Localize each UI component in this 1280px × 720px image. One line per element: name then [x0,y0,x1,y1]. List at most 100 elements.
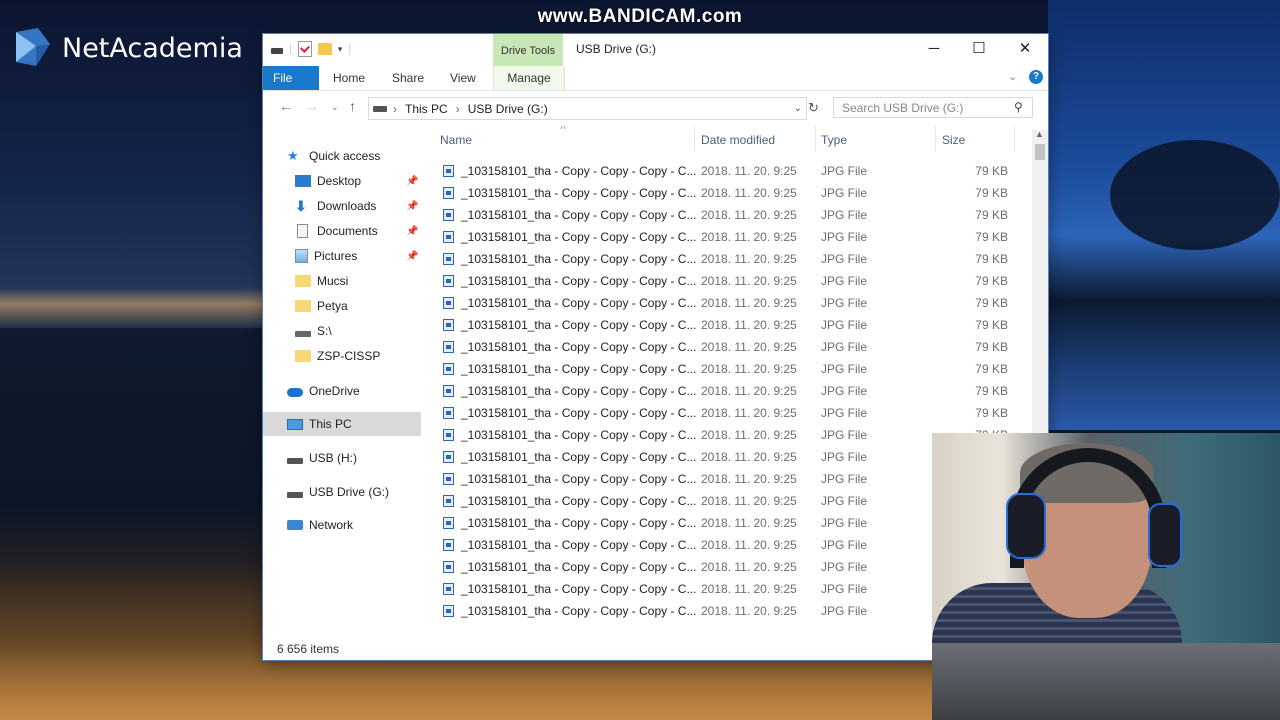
column-separator[interactable] [694,126,695,152]
breadcrumb-chevron-icon: › [455,101,460,116]
nav-item-petya[interactable]: Petya [295,294,421,318]
file-date: 2018. 11. 20. 9:25 [701,582,797,596]
file-type: JPG File [821,538,868,552]
nav-item-mucsi[interactable]: Mucsi [295,269,421,293]
file-date: 2018. 11. 20. 9:25 [701,472,797,486]
ribbon-expand-icon[interactable]: ⌄ [1008,70,1017,83]
jpg-file-icon [443,561,454,573]
logo-text: NetAcademia [62,32,243,64]
file-date: 2018. 11. 20. 9:25 [701,384,797,398]
file-date: 2018. 11. 20. 9:25 [701,538,797,552]
nav-item-documents[interactable]: Documents 📌 [295,219,421,243]
pin-icon[interactable]: 📌 [406,176,418,187]
nav-quick-access[interactable]: ★ Quick access [287,144,421,168]
jpg-file-icon [443,319,454,331]
file-type: JPG File [821,560,868,574]
headset-ear-right [1148,503,1182,567]
file-size: 79 KB [975,274,1008,288]
nav-network[interactable]: Network [287,513,421,537]
maximize-button[interactable]: ☐ [956,34,1002,64]
close-button[interactable]: ✕ [1002,34,1048,64]
pin-icon[interactable]: 📌 [406,201,418,212]
usb-drive-icon [287,492,303,498]
nav-usb-h[interactable]: USB (H:) [287,446,421,470]
scrollbar-thumb[interactable] [1035,144,1045,160]
table-row[interactable]: _103158101_tha - Copy - Copy - Copy - C.… [433,270,1033,292]
pictures-icon [295,249,308,263]
scroll-up-icon[interactable]: ▲ [1035,129,1044,139]
file-name: _103158101_tha - Copy - Copy - Copy - C.… [461,296,697,310]
table-row[interactable]: _103158101_tha - Copy - Copy - Copy - C.… [433,380,1033,402]
tab-file[interactable]: File [263,66,319,90]
nav-item-pictures[interactable]: Pictures 📌 [295,244,421,268]
documents-icon [297,224,308,238]
table-row[interactable]: _103158101_tha - Copy - Copy - Copy - C.… [433,248,1033,270]
column-header-name[interactable]: Name [440,126,472,154]
up-arrow-icon[interactable]: ↑ [349,98,356,114]
file-date: 2018. 11. 20. 9:25 [701,494,797,508]
table-row[interactable]: _103158101_tha - Copy - Copy - Copy - C.… [433,402,1033,424]
nav-item-s-drive[interactable]: S:\ [295,319,421,343]
drive-small-icon[interactable] [271,48,283,54]
new-folder-icon[interactable] [317,43,332,55]
nav-usb-drive-g[interactable]: USB Drive (G:) [287,480,421,504]
breadcrumb-usb-drive[interactable]: USB Drive (G:) [468,102,548,116]
search-input[interactable]: Search USB Drive (G:) [833,97,1033,118]
nav-this-pc[interactable]: This PC [263,412,421,436]
properties-icon[interactable] [297,41,312,57]
nav-item-downloads[interactable]: ⬇ Downloads 📌 [295,194,421,218]
file-size: 79 KB [975,230,1008,244]
column-separator[interactable] [815,126,816,152]
forward-arrow-icon[interactable]: → [305,98,319,114]
file-type: JPG File [821,472,868,486]
tab-home[interactable]: Home [323,66,375,90]
jpg-file-icon [443,407,454,419]
column-header-type[interactable]: Type [821,126,847,154]
table-row[interactable]: _103158101_tha - Copy - Copy - Copy - C.… [433,182,1033,204]
file-name: _103158101_tha - Copy - Copy - Copy - C.… [461,252,697,266]
file-type: JPG File [821,340,868,354]
drive-tools-context-tab: Drive Tools [493,34,563,66]
pin-icon[interactable]: 📌 [406,226,418,237]
nav-item-zsp-cissp[interactable]: ZSP-CISSP [295,344,421,368]
file-type: JPG File [821,494,868,508]
back-arrow-icon[interactable]: ← [279,98,293,114]
column-header-size[interactable]: Size [942,126,965,154]
table-row[interactable]: _103158101_tha - Copy - Copy - Copy - C.… [433,292,1033,314]
table-row[interactable]: _103158101_tha - Copy - Copy - Copy - C.… [433,336,1033,358]
webcam-overlay [932,433,1280,720]
column-header-date[interactable]: Date modified [701,126,775,154]
file-type: JPG File [821,604,868,618]
nav-item-desktop[interactable]: Desktop 📌 [295,169,421,193]
file-name: _103158101_tha - Copy - Copy - Copy - C.… [461,274,697,288]
table-row[interactable]: _103158101_tha - Copy - Copy - Copy - C.… [433,160,1033,182]
tab-manage[interactable]: Manage [493,66,565,90]
nav-onedrive[interactable]: OneDrive [287,379,421,403]
jpg-file-icon [443,451,454,463]
bandicam-watermark: www.BANDICAM.com [537,6,743,27]
column-separator[interactable] [935,126,936,152]
minimize-button[interactable]: ─ [911,34,957,64]
refresh-icon[interactable]: ↻ [808,100,819,116]
help-icon[interactable]: ? [1029,70,1043,84]
address-dropdown-icon[interactable]: ⌄ [794,103,802,114]
breadcrumb-this-pc[interactable]: This PC [405,102,448,116]
file-name: _103158101_tha - Copy - Copy - Copy - C.… [461,164,697,178]
usb-drive-icon [287,458,303,464]
tab-view[interactable]: View [440,66,486,90]
customize-qat-icon[interactable]: ▾ [338,44,343,55]
address-bar[interactable]: › This PC › USB Drive (G:) ⌄ [368,97,807,120]
file-date: 2018. 11. 20. 9:25 [701,186,797,200]
search-icon[interactable]: ⚲ [1014,100,1023,114]
table-row[interactable]: _103158101_tha - Copy - Copy - Copy - C.… [433,226,1033,248]
jpg-file-icon [443,583,454,595]
table-row[interactable]: _103158101_tha - Copy - Copy - Copy - C.… [433,358,1033,380]
file-date: 2018. 11. 20. 9:25 [701,604,797,618]
table-row[interactable]: _103158101_tha - Copy - Copy - Copy - C.… [433,204,1033,226]
pin-icon[interactable]: 📌 [406,251,418,262]
recent-locations-chevron-icon[interactable]: ⌄ [331,102,339,113]
column-separator[interactable] [1014,126,1015,152]
file-type: JPG File [821,450,868,464]
table-row[interactable]: _103158101_tha - Copy - Copy - Copy - C.… [433,314,1033,336]
tab-share[interactable]: Share [382,66,434,90]
